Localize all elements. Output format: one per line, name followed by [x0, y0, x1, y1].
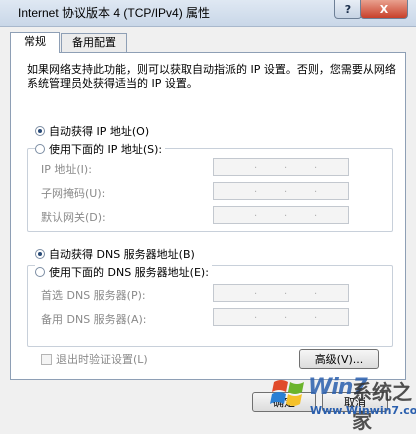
- validate-on-exit-checkbox[interactable]: 退出时验证设置(L): [41, 351, 148, 367]
- radio-unselected-icon: [35, 144, 45, 154]
- help-button[interactable]: ?: [334, 0, 362, 19]
- preferred-dns-field[interactable]: ...: [213, 284, 349, 302]
- validate-on-exit-label: 退出时验证设置(L): [56, 353, 148, 366]
- ip-address-label: IP 地址(I):: [41, 163, 92, 176]
- ip-address-field[interactable]: ...: [213, 158, 349, 176]
- preferred-dns-label: 首选 DNS 服务器(P):: [41, 289, 146, 302]
- window-title: Internet 协议版本 4 (TCP/IPv4) 属性: [18, 6, 211, 20]
- ip-manual-radio[interactable]: 使用下面的 IP 地址(S):: [35, 141, 166, 157]
- dns-auto-label: 自动获得 DNS 服务器地址(B): [49, 248, 195, 261]
- default-gateway-field[interactable]: ...: [213, 206, 349, 224]
- alternate-dns-label: 备用 DNS 服务器(A):: [41, 313, 147, 326]
- windows-logo-icon: [270, 380, 304, 406]
- title-bar: Internet 协议版本 4 (TCP/IPv4) 属性 ? X: [0, 0, 416, 27]
- tab-alternate-config[interactable]: 备用配置: [61, 33, 127, 52]
- checkbox-icon: [41, 353, 52, 365]
- ip-auto-label: 自动获得 IP 地址(O): [49, 125, 150, 138]
- radio-selected-icon: [35, 249, 45, 259]
- watermark: Win7 系统之家 Www.Winwin7.com: [270, 370, 416, 433]
- alternate-dns-field[interactable]: ...: [213, 308, 349, 326]
- radio-selected-icon: [35, 126, 45, 136]
- tab-general[interactable]: 常规: [10, 32, 60, 53]
- ip-auto-radio[interactable]: 自动获得 IP 地址(O): [35, 123, 153, 139]
- ip-manual-label: 使用下面的 IP 地址(S):: [49, 143, 163, 156]
- subnet-mask-label: 子网掩码(U):: [41, 187, 106, 200]
- dns-manual-label: 使用下面的 DNS 服务器地址(E):: [49, 266, 209, 279]
- dns-auto-radio[interactable]: 自动获得 DNS 服务器地址(B): [35, 246, 198, 262]
- description-text: 如果网络支持此功能，则可以获取自动指派的 IP 设置。否则，您需要从网络系统管理…: [27, 63, 396, 90]
- watermark-url: Www.Winwin7.com: [310, 404, 416, 417]
- default-gateway-label: 默认网关(D):: [41, 211, 106, 224]
- radio-unselected-icon: [35, 267, 45, 277]
- advanced-button[interactable]: 高级(V)...: [299, 349, 379, 369]
- general-panel: 如果网络支持此功能，则可以获取自动指派的 IP 设置。否则，您需要从网络系统管理…: [10, 52, 406, 380]
- dns-manual-radio[interactable]: 使用下面的 DNS 服务器地址(E):: [35, 264, 212, 280]
- subnet-mask-field[interactable]: ...: [213, 182, 349, 200]
- close-button[interactable]: X: [360, 0, 408, 19]
